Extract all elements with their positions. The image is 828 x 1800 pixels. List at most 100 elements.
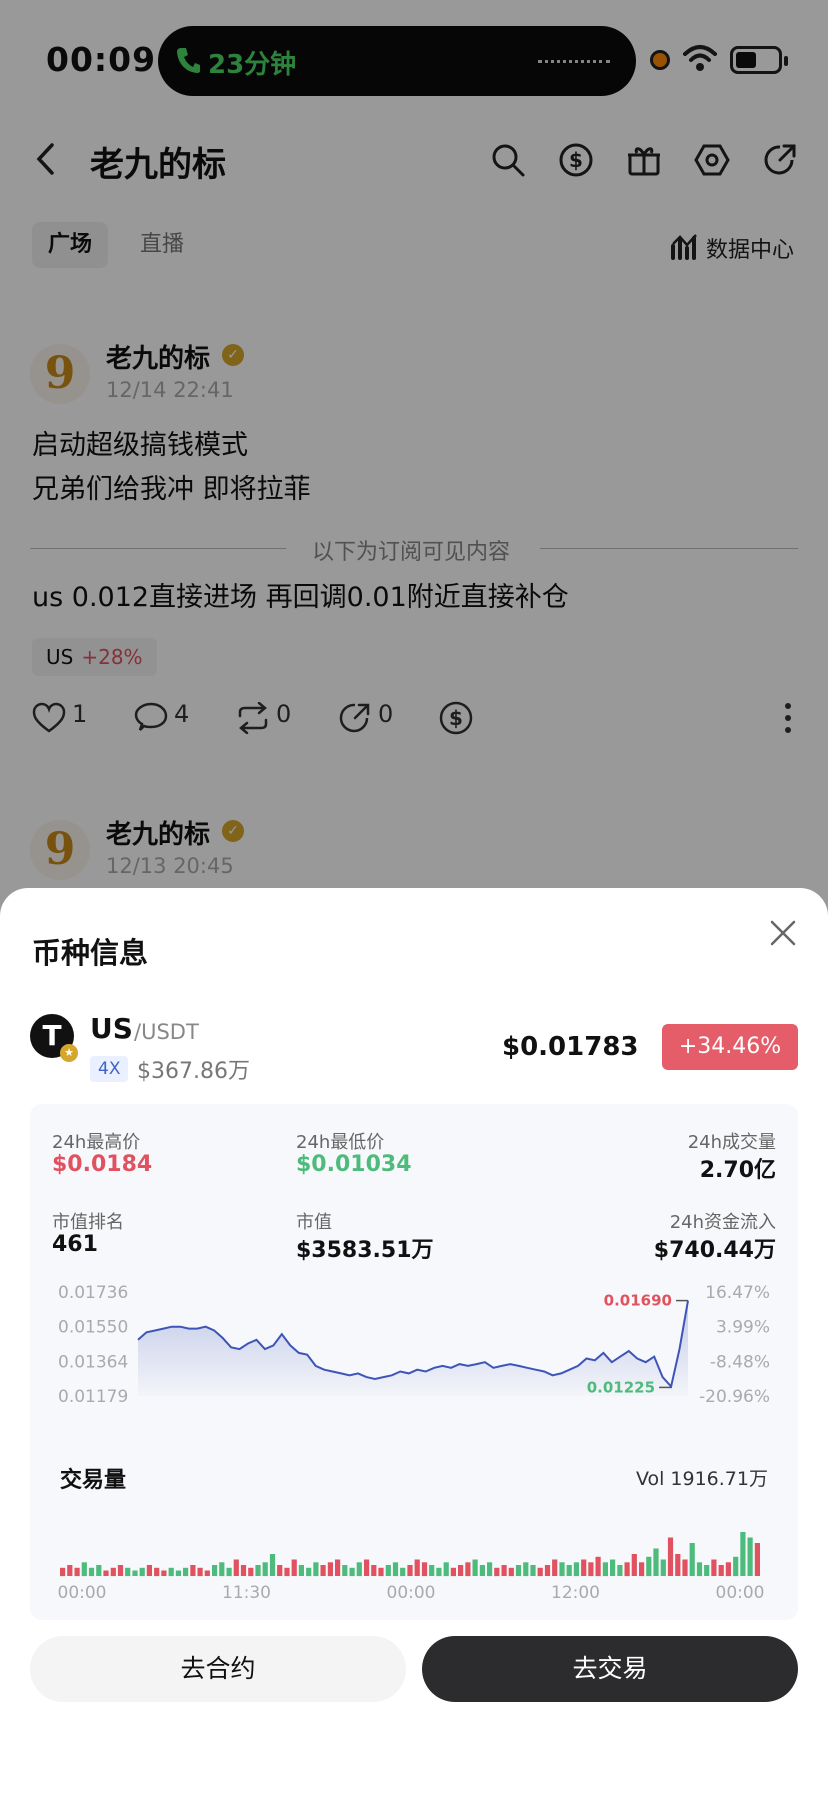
volume-bar bbox=[646, 1556, 652, 1577]
volume-title: 交易量 bbox=[60, 1468, 127, 1493]
volume-chart: 00:00 11:30 00:00 12:00 00:00 bbox=[58, 1532, 765, 1600]
volume-bar bbox=[639, 1562, 645, 1577]
volume-bar bbox=[356, 1562, 362, 1577]
volume-bar bbox=[117, 1565, 124, 1576]
volume-bar bbox=[747, 1537, 753, 1576]
coin-pair: /USDT bbox=[134, 1020, 199, 1044]
volume-bar bbox=[660, 1559, 666, 1576]
volume-bar bbox=[269, 1554, 276, 1576]
volume-bar bbox=[364, 1559, 370, 1576]
y-tick-right: -8.48% bbox=[710, 1352, 770, 1372]
volume-bar bbox=[342, 1565, 348, 1576]
volume-bar bbox=[494, 1567, 500, 1577]
volume-bar bbox=[175, 1570, 181, 1576]
volume-bar bbox=[501, 1565, 507, 1576]
volume-bar bbox=[139, 1567, 145, 1577]
volume-bar bbox=[610, 1559, 616, 1576]
volume-bar bbox=[146, 1565, 152, 1576]
volume-bar bbox=[183, 1567, 189, 1577]
high-value: $0.0184 bbox=[52, 1152, 153, 1177]
volume-bar bbox=[74, 1567, 80, 1577]
volume-bar bbox=[306, 1567, 312, 1577]
volume-bar bbox=[81, 1562, 87, 1577]
volume-bar bbox=[168, 1567, 174, 1577]
volume-bar bbox=[240, 1565, 247, 1576]
volume-bar bbox=[487, 1562, 493, 1577]
volume-bar bbox=[559, 1562, 565, 1577]
volume-bar bbox=[479, 1565, 485, 1576]
stats-panel: 24h最高价 $0.0184 24h最低价 $0.01034 24h成交量 2.… bbox=[30, 1104, 798, 1620]
x-tick: 00:00 bbox=[387, 1583, 436, 1600]
volume-bar bbox=[190, 1565, 196, 1576]
volume-bar bbox=[711, 1559, 717, 1576]
rank-label: 市值排名 bbox=[52, 1212, 124, 1233]
go-trade-button[interactable]: 去交易 bbox=[422, 1636, 798, 1702]
volume-bar bbox=[407, 1565, 413, 1576]
coin-info-sheet: 币种信息 T ★ US /USDT 4X $367.86万 $0.01783 +… bbox=[0, 888, 828, 1800]
volume-bar bbox=[704, 1565, 710, 1576]
volume-bar bbox=[298, 1565, 304, 1576]
volume-bar bbox=[132, 1570, 138, 1576]
mcap-label: 市值 bbox=[296, 1212, 332, 1233]
high-marker-label: 0.01690 bbox=[604, 1292, 672, 1310]
volume-bar bbox=[552, 1559, 558, 1576]
volume-bar bbox=[421, 1562, 428, 1577]
volume-bar bbox=[248, 1567, 254, 1577]
volume-bar bbox=[161, 1570, 167, 1576]
sheet-title: 币种信息 bbox=[32, 936, 149, 970]
volume-bar bbox=[602, 1562, 608, 1577]
go-contract-button[interactable]: 去合约 bbox=[30, 1636, 406, 1702]
y-tick-right: 3.99% bbox=[716, 1318, 770, 1338]
volume-bar bbox=[88, 1567, 95, 1577]
volume-bar bbox=[458, 1565, 464, 1576]
rank-value: 461 bbox=[52, 1232, 98, 1257]
x-tick: 00:00 bbox=[716, 1583, 765, 1600]
volume-bar bbox=[675, 1554, 681, 1576]
volume-bar bbox=[530, 1565, 536, 1576]
volume-bar bbox=[204, 1570, 210, 1576]
change-badge: +34.46% bbox=[662, 1024, 798, 1070]
volume-bar bbox=[588, 1562, 594, 1577]
volume-bar bbox=[667, 1537, 674, 1576]
inflow-label: 24h资金流入 bbox=[669, 1212, 776, 1233]
volume-bar bbox=[429, 1565, 435, 1576]
volume-bar bbox=[349, 1567, 355, 1577]
volume-bar bbox=[335, 1559, 341, 1576]
volume-bar bbox=[581, 1559, 587, 1576]
leverage-badge: 4X bbox=[90, 1056, 129, 1082]
y-tick-left: 0.01550 bbox=[58, 1318, 128, 1338]
volume-bar bbox=[212, 1565, 218, 1576]
close-icon[interactable] bbox=[770, 920, 796, 946]
volume-bar bbox=[219, 1562, 225, 1577]
volume-bar bbox=[725, 1562, 731, 1577]
volume-bar bbox=[96, 1565, 102, 1576]
volume-bar bbox=[103, 1570, 109, 1576]
volume-bar bbox=[595, 1556, 601, 1577]
volume-bar bbox=[154, 1567, 160, 1577]
volume-bar bbox=[385, 1565, 391, 1576]
volume-bar bbox=[313, 1562, 319, 1577]
mcap-value: $3583.51万 bbox=[296, 1238, 434, 1263]
volume-bar bbox=[262, 1562, 268, 1577]
inflow-value: $740.44万 bbox=[653, 1238, 776, 1263]
volume-bar bbox=[566, 1565, 572, 1576]
volume-bar bbox=[436, 1567, 442, 1577]
volume-bar bbox=[733, 1556, 739, 1577]
volume-label: 24h成交量 bbox=[687, 1132, 776, 1153]
y-tick-right: -20.96% bbox=[699, 1387, 770, 1407]
volume-bar bbox=[515, 1565, 522, 1576]
volume-bar bbox=[537, 1567, 543, 1577]
price-chart: 0.01736 16.47% 0.01550 3.99% 0.01364 -8.48% 0.… bbox=[58, 1284, 770, 1407]
volume-bar bbox=[320, 1565, 326, 1576]
volume-bar bbox=[255, 1565, 261, 1576]
volume-bar bbox=[443, 1562, 449, 1577]
volume-bar bbox=[472, 1559, 478, 1576]
volume-bar bbox=[740, 1532, 746, 1576]
volume-bar bbox=[631, 1554, 637, 1576]
volume-bar bbox=[653, 1548, 659, 1576]
y-tick-left: 0.01736 bbox=[58, 1284, 128, 1303]
y-tick-right: 16.47% bbox=[705, 1284, 770, 1303]
volume-bar bbox=[392, 1562, 399, 1577]
favorite-star-icon: ★ bbox=[60, 1044, 78, 1062]
high-label: 24h最高价 bbox=[52, 1132, 141, 1153]
